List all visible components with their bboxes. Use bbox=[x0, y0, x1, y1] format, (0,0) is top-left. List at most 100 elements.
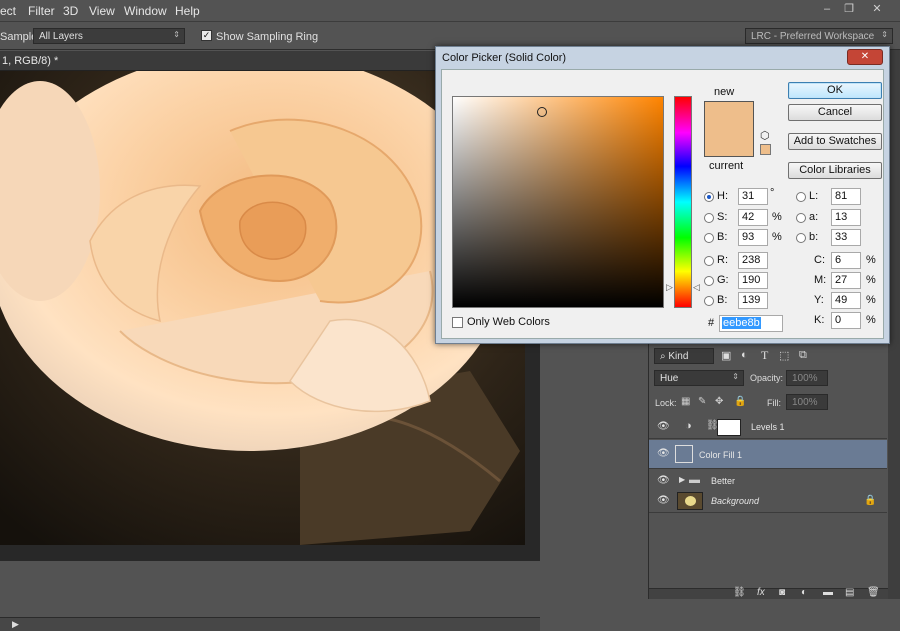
m-field[interactable]: 27 bbox=[831, 272, 861, 289]
radio-r[interactable] bbox=[704, 256, 714, 266]
c-field[interactable]: 6 bbox=[831, 252, 861, 269]
only-web-colors-checkbox[interactable] bbox=[452, 317, 463, 328]
minimize-button[interactable]: – bbox=[816, 2, 838, 16]
eye-icon[interactable]: 👁 bbox=[657, 495, 670, 507]
layer-row-color-fill[interactable]: 👁 Color Fill 1 bbox=[649, 440, 887, 469]
new-color-swatch bbox=[705, 102, 753, 129]
a-field[interactable]: 13 bbox=[831, 209, 861, 226]
radio-a[interactable] bbox=[796, 213, 806, 223]
a-label: a: bbox=[809, 211, 819, 223]
lock-move-icon[interactable]: ✥ bbox=[715, 396, 723, 407]
lock-transparent-icon[interactable]: ▦ bbox=[681, 396, 690, 407]
radio-s[interactable] bbox=[704, 213, 714, 223]
radio-b[interactable] bbox=[704, 233, 714, 243]
blend-mode-dropdown[interactable]: Hue ⇕ bbox=[654, 370, 744, 386]
m-label: M: bbox=[814, 274, 827, 286]
k-field[interactable]: 0 bbox=[831, 312, 861, 329]
menu-view[interactable]: View bbox=[89, 4, 115, 18]
sample-value: All Layers bbox=[39, 31, 83, 42]
fill-layer-thumbnail[interactable] bbox=[675, 445, 693, 463]
lock-all-icon[interactable]: 🔒 bbox=[734, 396, 746, 407]
filter-kind-value: Kind bbox=[668, 351, 689, 362]
layer-row-levels[interactable]: 👁 ◑ ⛓ Levels 1 bbox=[649, 416, 887, 439]
lab-b-label: b: bbox=[809, 231, 819, 243]
restore-button[interactable]: ❐ bbox=[838, 2, 860, 16]
adjustment-filter-icon[interactable]: ◐ bbox=[741, 349, 748, 361]
updown-arrow-icon: ⇕ bbox=[173, 30, 180, 39]
radio-l[interactable] bbox=[796, 192, 806, 202]
sampling-ring-checkbox[interactable]: ✓ bbox=[201, 30, 212, 41]
h-field[interactable]: 31 bbox=[738, 188, 768, 205]
opacity-field[interactable]: 100% bbox=[786, 370, 828, 386]
hue-slider-right-arrow-icon[interactable]: ◁ bbox=[693, 282, 700, 293]
menu-select[interactable]: ect bbox=[0, 4, 16, 18]
y-field[interactable]: 49 bbox=[831, 292, 861, 309]
dialog-body: ▷ ◁ new current ⬡ OK Cancel Add to Swatc… bbox=[441, 69, 884, 339]
new-layer-icon[interactable]: ▤ bbox=[845, 587, 854, 598]
radio-lab-b[interactable] bbox=[796, 233, 806, 243]
hue-slider-left-arrow-icon[interactable]: ▷ bbox=[666, 282, 673, 293]
link-layers-icon[interactable]: ⛓ bbox=[733, 587, 746, 598]
dialog-title: Color Picker (Solid Color) bbox=[442, 52, 567, 64]
menu-window[interactable]: Window bbox=[124, 4, 167, 18]
radio-g[interactable] bbox=[704, 276, 714, 286]
color-field-cursor[interactable] bbox=[537, 107, 547, 117]
radio-h[interactable] bbox=[704, 192, 714, 202]
play-icon[interactable]: ▶ bbox=[12, 619, 19, 630]
menu-help[interactable]: Help bbox=[175, 4, 200, 18]
opacity-label: Opacity: bbox=[750, 373, 784, 383]
menu-3d[interactable]: 3D bbox=[63, 4, 78, 18]
s-field[interactable]: 42 bbox=[738, 209, 768, 226]
smart-object-filter-icon[interactable]: ⧉ bbox=[799, 349, 807, 362]
gamut-cube-icon[interactable]: ⬡ bbox=[760, 129, 770, 142]
current-color-swatch[interactable] bbox=[705, 129, 753, 156]
close-window-button[interactable]: ✕ bbox=[866, 2, 888, 16]
only-web-colors-label: Only Web Colors bbox=[467, 316, 550, 328]
layer-name: Levels 1 bbox=[751, 422, 785, 432]
hue-slider[interactable] bbox=[674, 96, 692, 308]
new-group-icon[interactable]: ▬ bbox=[823, 587, 833, 598]
new-adjustment-icon[interactable]: ◐ bbox=[801, 587, 807, 598]
eye-icon[interactable]: 👁 bbox=[657, 475, 670, 487]
trash-icon[interactable]: 🗑 bbox=[867, 587, 880, 598]
r-field[interactable]: 238 bbox=[738, 252, 768, 269]
filter-kind-dropdown[interactable]: ⌕ Kind bbox=[654, 348, 714, 364]
add-to-swatches-button[interactable]: Add to Swatches bbox=[788, 133, 882, 150]
dialog-close-button[interactable]: ✕ bbox=[847, 49, 883, 65]
add-mask-icon[interactable]: ◙ bbox=[779, 587, 785, 598]
background-thumbnail[interactable] bbox=[677, 492, 703, 510]
eye-icon[interactable]: 👁 bbox=[657, 421, 670, 433]
blue-field[interactable]: 139 bbox=[738, 292, 768, 309]
color-libraries-button[interactable]: Color Libraries bbox=[788, 162, 882, 179]
workspace-dropdown[interactable]: LRC - Preferred Workspace ⇕ bbox=[745, 28, 893, 44]
lock-paint-icon[interactable]: ✎ bbox=[698, 396, 706, 407]
sample-dropdown[interactable]: All Layers ⇕ bbox=[33, 28, 185, 44]
color-field-black bbox=[453, 97, 663, 307]
layer-row-background[interactable]: 👁 Background 🔒 bbox=[649, 490, 887, 513]
menu-filter[interactable]: Filter bbox=[28, 4, 55, 18]
expand-arrow-icon[interactable]: ▶ bbox=[679, 475, 685, 484]
radio-blue[interactable] bbox=[704, 296, 714, 306]
document-tab[interactable]: 1, RGB/8) * bbox=[0, 51, 440, 71]
layer-mask-thumbnail[interactable] bbox=[717, 419, 741, 436]
ok-button[interactable]: OK bbox=[788, 82, 882, 99]
cancel-button[interactable]: Cancel bbox=[788, 104, 882, 121]
lab-b-field[interactable]: 33 bbox=[831, 229, 861, 246]
current-label: current bbox=[709, 160, 744, 172]
y-unit: % bbox=[866, 294, 876, 306]
g-field[interactable]: 190 bbox=[738, 272, 768, 289]
l-field[interactable]: 81 bbox=[831, 188, 861, 205]
b-field[interactable]: 93 bbox=[738, 229, 768, 246]
hex-value: eebe8b bbox=[722, 317, 761, 329]
folder-icon: ▬ bbox=[689, 474, 700, 486]
shape-filter-icon[interactable]: ⬚ bbox=[779, 349, 789, 362]
image-filter-icon[interactable]: ▣ bbox=[721, 349, 731, 362]
eye-icon[interactable]: 👁 bbox=[657, 448, 670, 460]
web-safe-swatch[interactable] bbox=[760, 144, 771, 155]
type-filter-icon[interactable]: T bbox=[761, 348, 768, 363]
fill-field[interactable]: 100% bbox=[786, 394, 828, 410]
workspace-value: LRC - Preferred Workspace bbox=[751, 31, 875, 42]
layer-style-icon[interactable]: fx bbox=[757, 587, 765, 598]
color-field[interactable] bbox=[452, 96, 664, 308]
hex-field[interactable]: eebe8b bbox=[719, 315, 783, 332]
